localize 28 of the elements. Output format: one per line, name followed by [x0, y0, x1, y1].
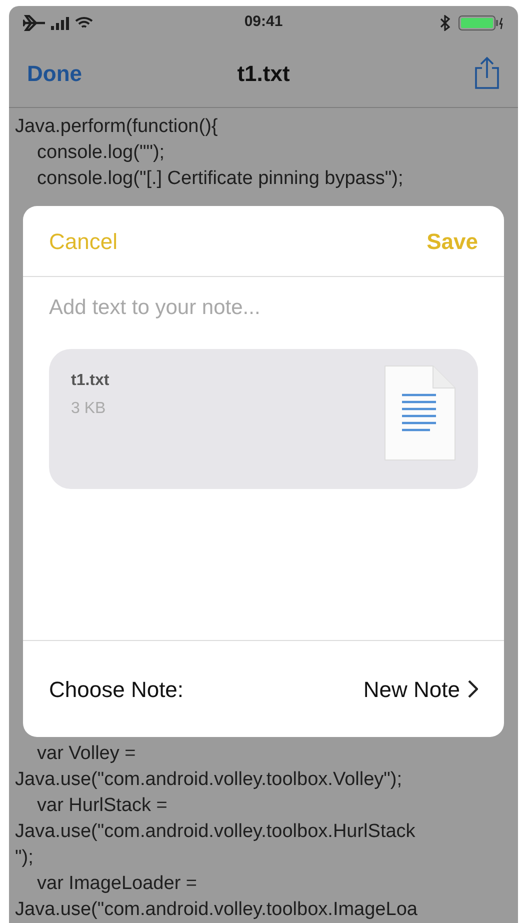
code-line: console.log("[.] Certificate pinning bypass");	[36, 167, 404, 192]
code-line: var Volley =	[36, 742, 137, 766]
code-line: Java.perform(function(){	[15, 115, 219, 140]
airplane-icon	[23, 14, 45, 31]
done-button[interactable]: Done	[27, 56, 107, 90]
code-line: Java.use("com.android.volley.toolbox.Volley");	[15, 768, 403, 792]
code-line: Java.use("com.android.volley.toolbox.ImageLoa	[15, 898, 418, 922]
code-line: ");	[15, 846, 34, 870]
attachment-name: t1.txt	[71, 371, 110, 392]
note-text-field[interactable]: Add text to your note...	[49, 291, 478, 326]
cancel-button[interactable]: Cancel	[49, 224, 118, 258]
file-title: t1.txt	[237, 60, 290, 88]
chevron-right-icon	[468, 680, 478, 698]
bluetooth-icon	[440, 14, 450, 31]
code-line: Java.use("com.android.volley.toolbox.HurlStack	[15, 820, 416, 844]
signal-icon	[51, 16, 69, 30]
share-icon	[474, 56, 500, 90]
battery-icon	[458, 14, 504, 31]
wifi-icon	[75, 16, 93, 30]
choose-note-row[interactable]: Choose Note: New Note	[23, 640, 504, 737]
attachment-size: 3 KB	[71, 399, 107, 420]
code-line: console.log("");	[36, 141, 166, 166]
code-line: var ImageLoader =	[36, 872, 198, 896]
text-document-icon	[384, 365, 456, 462]
attachment-card[interactable]: t1.txt 3 KB	[49, 349, 478, 490]
code-line: var HurlStack =	[36, 794, 168, 818]
save-button[interactable]: Save	[426, 224, 478, 258]
status-time: 09:41	[244, 12, 283, 32]
